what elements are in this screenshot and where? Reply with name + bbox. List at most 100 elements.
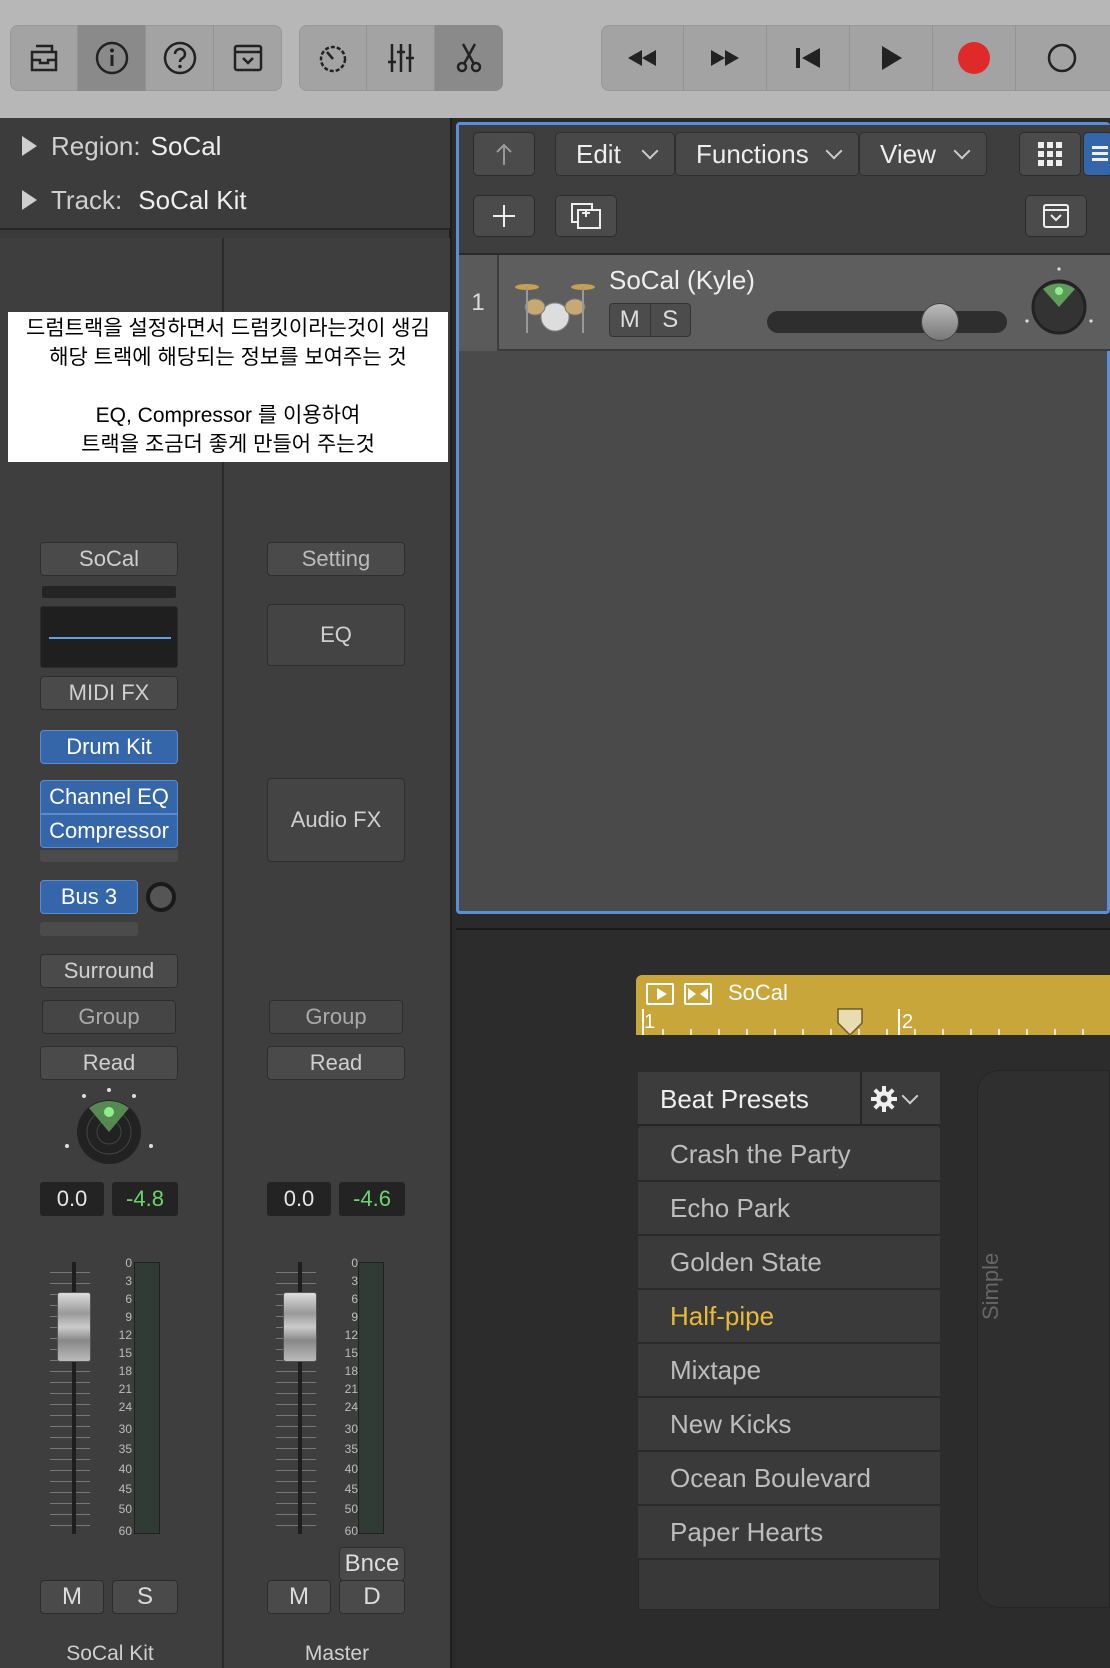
automation-mode[interactable]: Read (40, 1046, 178, 1080)
level-meter (358, 1262, 384, 1534)
meter-scale-tick: 12 (344, 1328, 358, 1342)
preset-item[interactable]: Paper Hearts (638, 1506, 940, 1560)
track-mute-button[interactable]: M (610, 304, 651, 336)
eq-slot[interactable]: EQ (267, 604, 405, 666)
track-inspector-header[interactable]: Track: SoCal Kit (0, 172, 450, 230)
grid-view-button[interactable] (1019, 132, 1081, 176)
view-menu-label: View (880, 138, 936, 169)
edit-menu[interactable]: Edit (555, 132, 675, 176)
meter-scale-tick: 40 (344, 1462, 358, 1476)
region-name: SoCal (150, 130, 222, 161)
track-ms-buttons: M S (609, 303, 691, 337)
surround-panner[interactable] (62, 1086, 156, 1168)
volume-value[interactable]: 0.0 (40, 1182, 104, 1216)
preset-item[interactable]: Half-pipe (638, 1290, 940, 1344)
volume-fader-handle[interactable] (283, 1292, 317, 1362)
meter-scale-tick: 21 (344, 1382, 358, 1396)
mixer-button[interactable] (367, 25, 436, 91)
send-level-knob[interactable] (146, 882, 176, 912)
disclosure-triangle-icon (22, 136, 37, 156)
grid-icon (1038, 142, 1062, 166)
bar-number: 1 (644, 1011, 656, 1033)
track-name[interactable]: SoCal (Kyle) (609, 265, 755, 296)
ruler-ticks (636, 1013, 1110, 1035)
meter-scale-tick: 24 (118, 1400, 132, 1414)
empty-send-slot[interactable] (40, 922, 138, 936)
quick-help-button[interactable] (146, 25, 214, 91)
volume-value[interactable]: 0.0 (267, 1182, 331, 1216)
annotation-note: 드럼트랙을 설정하면서 드럼킷이라는것이 생김 해당 트랙에 해당되는 정보를 … (8, 312, 448, 462)
catch-button[interactable] (1025, 195, 1087, 237)
empty-fx-slot[interactable] (40, 850, 178, 862)
region-name: SoCal (728, 980, 788, 1005)
bar-number: 2 (902, 1011, 914, 1033)
preset-item[interactable]: Echo Park (638, 1182, 940, 1236)
volume-fader-handle[interactable] (57, 1292, 91, 1362)
track-solo-button[interactable]: S (651, 304, 691, 336)
duplicate-track-button[interactable] (555, 195, 617, 237)
region-inspector-header[interactable]: Region: SoCal (0, 118, 450, 176)
track-volume-slider[interactable] (767, 311, 1007, 333)
toolbar-toggle-button[interactable] (214, 25, 282, 91)
send-slot[interactable]: Bus 3 (40, 880, 138, 914)
meter-scale-tick: 45 (344, 1482, 358, 1496)
region-ruler[interactable]: 1 2 (636, 975, 1110, 1037)
playhead-icon[interactable] (836, 1007, 864, 1037)
preset-item[interactable]: Crash the Party (638, 1128, 940, 1182)
audio-fx-slot-compressor[interactable]: Compressor (40, 814, 178, 848)
functions-menu[interactable]: Functions (675, 132, 859, 176)
track-header[interactable]: SoCal (Kyle) M S (459, 255, 1110, 351)
list-view-button[interactable] (1083, 132, 1110, 176)
audio-fx-slot[interactable]: Audio FX (267, 778, 405, 862)
level-meter (134, 1262, 160, 1534)
track-volume-handle[interactable] (921, 303, 959, 341)
instrument-slot[interactable]: Drum Kit (40, 730, 178, 764)
group-slot[interactable]: Group (42, 1000, 176, 1034)
fast-forward-button[interactable] (684, 25, 767, 91)
smart-controls-button[interactable] (299, 25, 368, 91)
midi-fx-slot[interactable]: MIDI FX (40, 676, 178, 710)
drummer-simple-panel[interactable] (977, 1070, 1110, 1608)
follow-region-icon[interactable] (684, 983, 712, 1005)
list-icon (1092, 146, 1108, 161)
meter-scale-tick: 12 (118, 1328, 132, 1342)
bounce-button[interactable]: Bnce (339, 1547, 405, 1581)
go-to-beginning-button[interactable] (767, 25, 850, 91)
dim-button[interactable]: D (339, 1580, 405, 1614)
new-track-with-duplicate-icon (571, 203, 601, 229)
eq-thumbnail[interactable] (40, 606, 178, 668)
mixer-icon (387, 44, 414, 72)
solo-button[interactable]: S (112, 1580, 178, 1614)
view-menu[interactable]: View (859, 132, 987, 176)
output-slot[interactable]: Surround (40, 954, 178, 988)
setting-button[interactable]: SoCal (40, 542, 178, 576)
inspector-button[interactable] (78, 25, 146, 91)
chevron-down-icon (953, 142, 971, 160)
library-button[interactable] (10, 25, 78, 91)
add-track-button[interactable] (473, 195, 535, 237)
preset-item[interactable]: Mixtape (638, 1344, 940, 1398)
record-button[interactable] (933, 25, 1016, 91)
editors-button[interactable] (435, 25, 503, 91)
mute-button[interactable]: M (267, 1580, 331, 1614)
preset-item[interactable]: Ocean Boulevard (638, 1452, 940, 1506)
info-icon (95, 41, 128, 75)
rewind-icon (628, 50, 656, 66)
setting-button[interactable]: Setting (267, 542, 405, 576)
rewind-button[interactable] (601, 25, 684, 91)
mute-button[interactable]: M (40, 1580, 104, 1614)
automation-mode[interactable]: Read (267, 1046, 405, 1080)
smart-controls-icon (319, 45, 346, 73)
play-region-icon[interactable] (646, 983, 674, 1005)
preset-item[interactable]: New Kicks (638, 1398, 940, 1452)
meter-scale-tick: 15 (344, 1346, 358, 1360)
track-pan-knob[interactable] (1023, 265, 1095, 341)
cycle-button[interactable] (1016, 25, 1099, 91)
preset-item[interactable]: Golden State (638, 1236, 940, 1290)
audio-fx-slot-channel-eq[interactable]: Channel EQ (40, 780, 178, 814)
back-button[interactable] (473, 132, 535, 176)
group-slot[interactable]: Group (269, 1000, 403, 1034)
play-button[interactable] (850, 25, 933, 91)
disclosure-triangle-icon (22, 190, 37, 210)
preset-action-menu[interactable] (870, 1080, 936, 1118)
